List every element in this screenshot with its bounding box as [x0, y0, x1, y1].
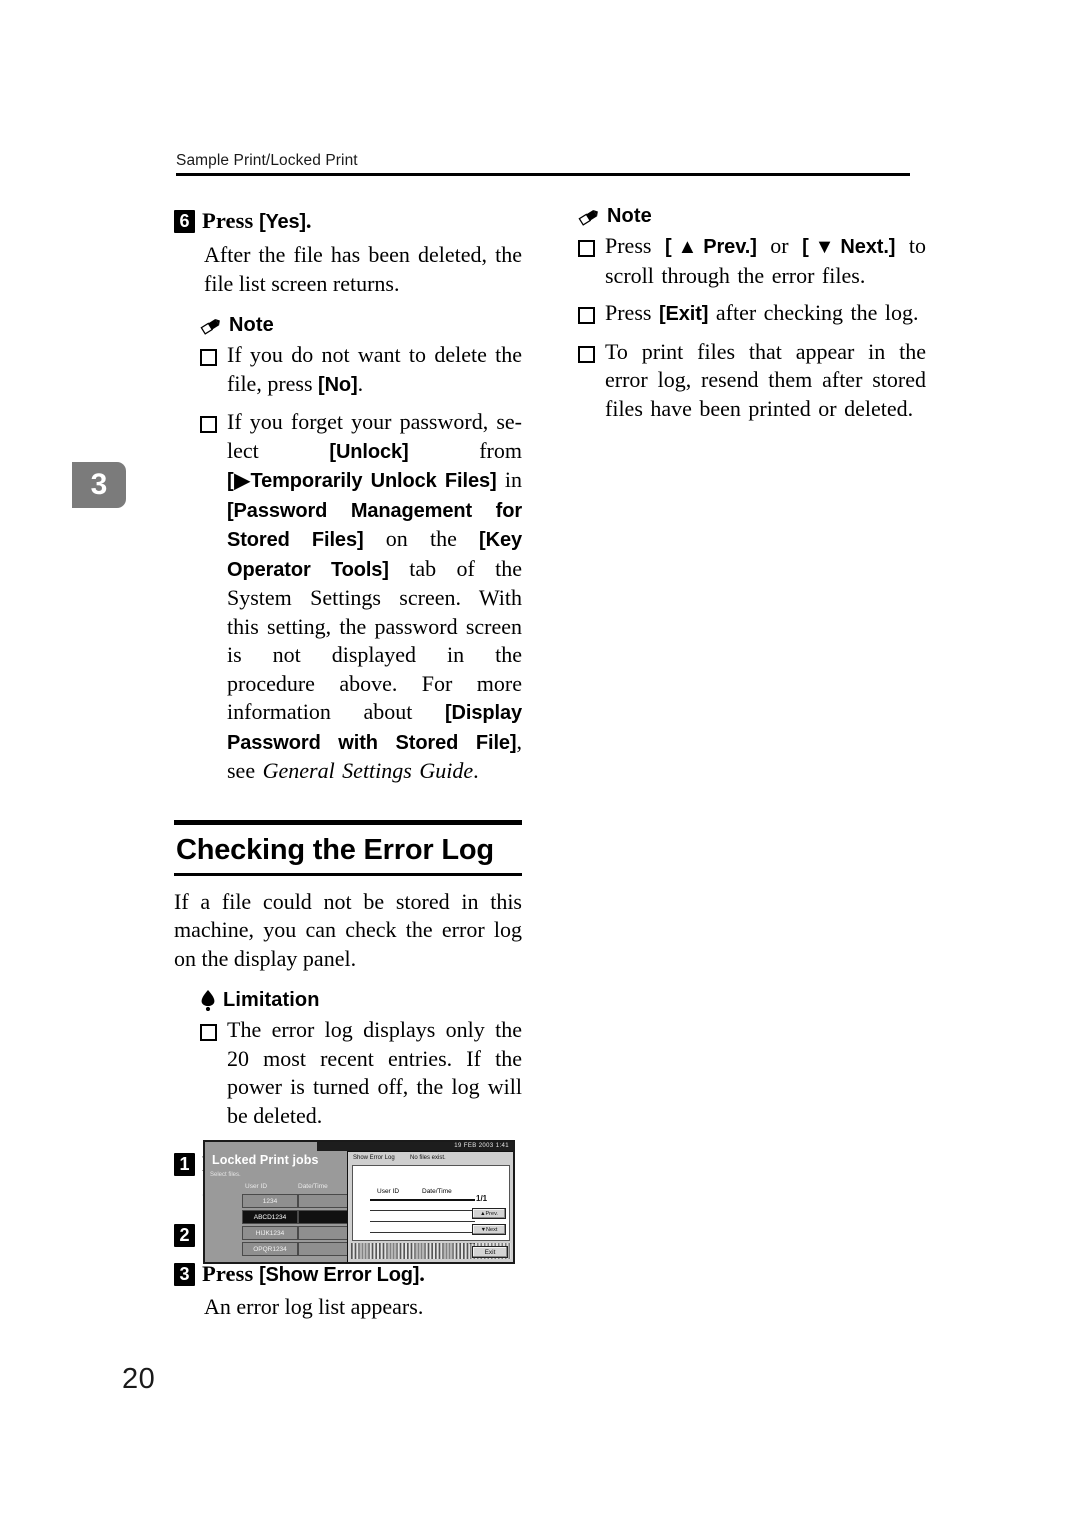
ui-label: [No]: [318, 373, 358, 396]
ui-label: [Unlock]: [329, 440, 409, 463]
dialog-empty-row: [370, 1232, 475, 1233]
square-bullet-icon: [200, 1024, 217, 1041]
step-6-title-prefix: Press: [202, 208, 260, 233]
square-bullet-icon: [200, 416, 217, 433]
text-run: after checking the log.: [708, 300, 919, 325]
text-run: from: [408, 437, 522, 463]
step-6-body: After the file has been deleted, the fil…: [204, 242, 522, 296]
running-header-rule: [176, 173, 910, 176]
text-run: .: [473, 758, 479, 783]
step-3-title: Press [Show Error Log].: [202, 1260, 425, 1289]
step-3-number: 3: [174, 1263, 195, 1286]
note-item: To print files that appear in the error …: [578, 338, 926, 424]
section-heading: Checking the Error Log: [174, 819, 522, 876]
step-1-number: 1: [174, 1153, 195, 1176]
lcd-column-header-user-id: User ID: [245, 1183, 268, 1190]
exit-button-label: [Exit]: [658, 303, 709, 325]
next-button-label: [▼Next.]: [802, 236, 896, 258]
lcd-cell-user-id: HIJK1234: [242, 1226, 298, 1240]
square-bullet-icon: [578, 240, 595, 257]
lcd-status-bar: 19 FEB 2003 1:41: [317, 1142, 513, 1151]
text-run: Press: [605, 233, 665, 258]
step-6-title-suffix: .: [305, 208, 312, 233]
limitation-heading: Limitation: [200, 989, 522, 1012]
note-item-text: If you forget your password, se-lect [Un…: [227, 408, 522, 786]
dialog-title: Show Error Log: [353, 1155, 395, 1161]
lcd-screen-title: Locked Print jobs: [212, 1153, 319, 1167]
lcd-subtitle: Select files.: [210, 1172, 241, 1178]
section-rule-bottom: [174, 872, 522, 876]
step-3-ui-label: [Show Error Log]: [259, 1264, 420, 1286]
note-item: Press [Exit] after checking the log.: [578, 299, 926, 329]
text-run: in: [496, 467, 522, 492]
pencil-note-icon: [578, 207, 600, 227]
lcd-cell-user-id: OPQR1234: [242, 1242, 298, 1256]
text-run: Press: [605, 300, 659, 325]
step-3-body: An error log list appears.: [204, 1294, 424, 1319]
note-item-text: If you do not want to delete the file, p…: [227, 341, 522, 399]
note-heading: Note: [578, 205, 926, 228]
note-item-text: Press [▲Prev.] or [▼Next.] to scroll thr…: [605, 232, 926, 290]
lcd-column-header-date-time: Date/Time: [298, 1183, 328, 1190]
running-header: Sample Print/Locked Print: [176, 152, 910, 176]
note-item: Press [▲Prev.] or [▼Next.] to scroll thr…: [578, 232, 926, 290]
dialog-status-message: No files exist.: [410, 1155, 446, 1161]
limitation-item-text: The error log displays only the 20 most …: [227, 1017, 522, 1128]
note-item-text: To print files that appear in the error …: [605, 338, 926, 421]
dialog-exit-button[interactable]: Exit: [472, 1246, 508, 1258]
chapter-tab: 3: [72, 462, 126, 508]
chapter-tab-number: 3: [90, 468, 108, 501]
square-bullet-icon: [578, 345, 595, 363]
limitation-label: Limitation: [223, 989, 320, 1011]
step-6-title-ui: [Yes]: [259, 211, 306, 233]
show-error-log-dialog: Show Error Log No files exist. User ID D…: [347, 1151, 513, 1262]
step-3-suffix: .: [419, 1261, 425, 1286]
text-run: or: [756, 233, 803, 258]
step-3: 3 Press [Show Error Log].: [174, 1260, 522, 1289]
section-title: Checking the Error Log: [176, 833, 494, 866]
note-label: Note: [607, 205, 652, 227]
square-bullet-icon: [200, 349, 217, 366]
step-6-title: Press [Yes].: [202, 207, 312, 236]
note-heading: Note: [200, 314, 522, 337]
dialog-empty-row: [370, 1210, 475, 1211]
lcd-cell-user-id: 1234: [242, 1194, 298, 1208]
square-bullet-icon: [578, 307, 595, 324]
step-2-number: 2: [174, 1224, 195, 1247]
step-3-prefix: Press: [202, 1261, 260, 1286]
page-number: 20: [122, 1363, 156, 1395]
limitation-icon: [200, 990, 216, 1011]
dialog-page-indicator: 1/1: [476, 1194, 488, 1203]
text-run: If you do not want to delete the file, p…: [227, 342, 522, 396]
dialog-column-header-user-id: User ID: [377, 1188, 400, 1195]
lcd-cell-user-id: ABCD1234: [242, 1210, 298, 1224]
pencil-note-icon: [200, 316, 222, 336]
note-item: If you forget your password, se-lect [Un…: [200, 408, 522, 786]
step-6-number: 6: [174, 210, 195, 233]
ui-label: [▶Temporarily Unlock Files]: [227, 470, 497, 492]
running-header-text: Sample Print/Locked Print: [176, 152, 358, 169]
book-title: General Settings Guide: [262, 758, 474, 783]
note-item-text: Press [Exit] after checking the log.: [605, 299, 926, 329]
dialog-header-rule: [370, 1199, 475, 1201]
step-6: 6 Press [Yes].: [174, 207, 522, 236]
section-intro: If a file could not be stored in this ma…: [174, 888, 522, 971]
dialog-prev-button[interactable]: ▲Prev.: [472, 1208, 506, 1219]
text-run: on the: [363, 526, 480, 551]
lcd-screenshot-figure: 19 FEB 2003 1:41 Locked Print jobs Selec…: [203, 1140, 515, 1264]
note-label: Note: [229, 314, 274, 336]
dialog-column-header-date-time: Date/Time: [422, 1188, 452, 1195]
limitation-item: The error log displays only the 20 most …: [200, 1016, 522, 1130]
dialog-next-button[interactable]: ▼Next: [472, 1224, 506, 1235]
dialog-empty-row: [370, 1221, 475, 1222]
text-run: .: [357, 370, 364, 396]
note-item: If you do not want to delete the file, p…: [200, 341, 522, 399]
right-column: Note Press [▲Prev.] or [▼Next.] to scrol…: [578, 205, 926, 423]
prev-button-label: [▲Prev.]: [664, 236, 757, 258]
